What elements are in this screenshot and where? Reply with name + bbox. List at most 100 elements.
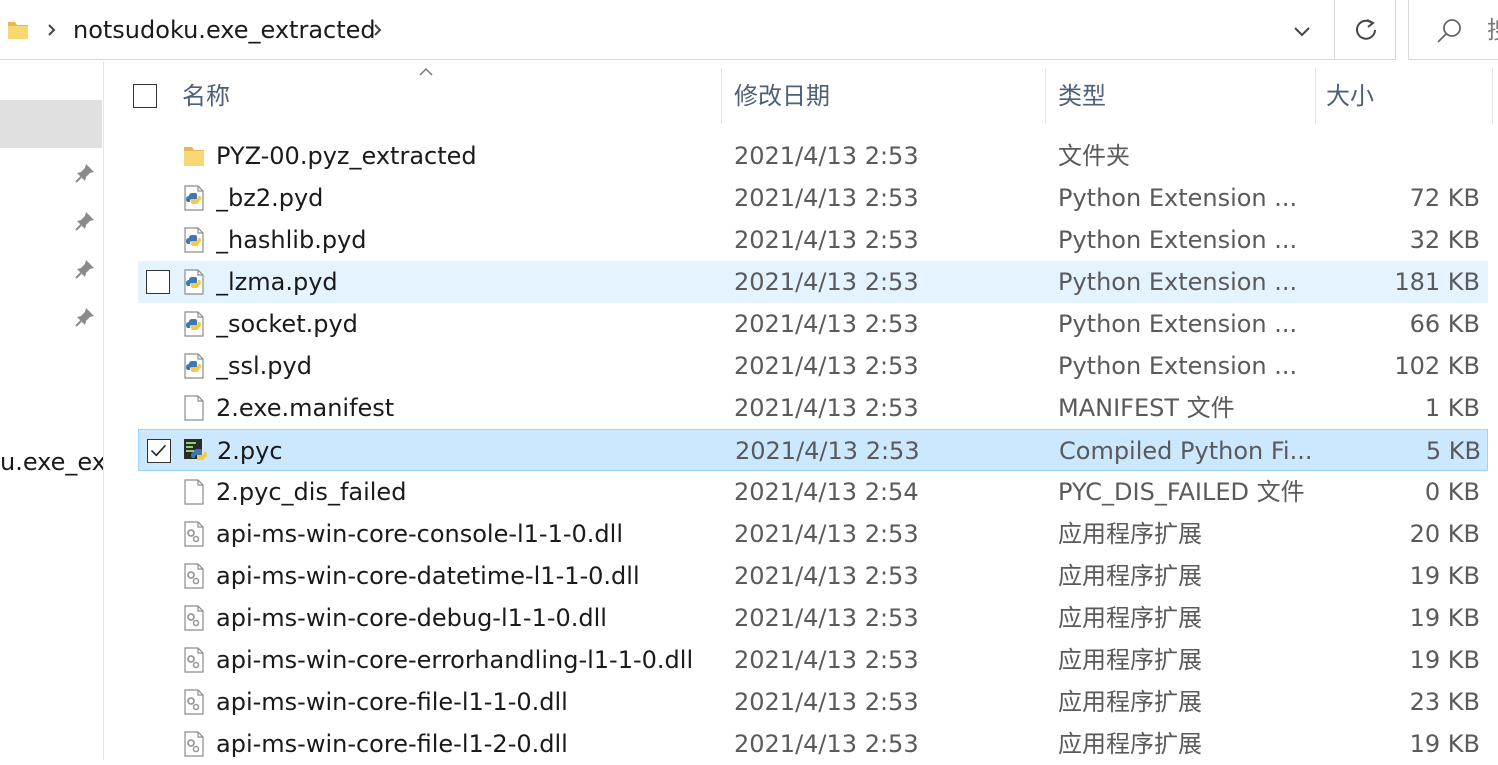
file-row[interactable]: 2.pyc 2021/4/13 2:53 Compiled Python Fi...… [138, 429, 1488, 471]
file-date-modified: 2021/4/13 2:53 [734, 562, 919, 590]
file-row[interactable]: PYZ-00.pyz_extracted 2021/4/13 2:53 文件夹 [138, 135, 1488, 177]
file-row[interactable]: api-ms-win-core-file-l1-2-0.dll 2021/4/13… [138, 723, 1488, 765]
refresh-button[interactable] [1334, 0, 1396, 60]
nav-item-selected[interactable] [0, 100, 102, 148]
chevron-right-icon[interactable] [372, 20, 384, 40]
file-size: 181 KB [1394, 268, 1480, 296]
file-date-modified: 2021/4/13 2:53 [734, 226, 919, 254]
search-placeholder: 搜 [1487, 14, 1498, 46]
file-size [1328, 135, 1480, 177]
file-type: 应用程序扩展 [1058, 562, 1202, 590]
chevron-right-icon[interactable] [46, 20, 58, 40]
file-name: _socket.pyd [216, 310, 358, 338]
file-date-modified: 2021/4/13 2:53 [735, 437, 920, 465]
breadcrumb-current[interactable]: notsudoku.exe_extracted [73, 14, 376, 46]
dll-file-icon [180, 604, 208, 632]
file-row[interactable]: api-ms-win-core-debug-l1-1-0.dll 2021/4/1… [138, 597, 1488, 639]
dll-file-icon [180, 562, 208, 590]
file-type: 应用程序扩展 [1058, 688, 1202, 716]
file-size: 1 KB [1424, 394, 1480, 422]
file-row[interactable]: _hashlib.pyd 2021/4/13 2:53 Python Extensi… [138, 219, 1488, 261]
file-type: MANIFEST 文件 [1058, 394, 1235, 422]
compiled-python-icon [181, 437, 209, 465]
pin-icon[interactable] [74, 210, 96, 232]
file-name: _ssl.pyd [216, 352, 312, 380]
column-header-size[interactable]: 大小 [1326, 68, 1486, 124]
python-file-icon [180, 226, 208, 254]
file-type: Compiled Python Fi... [1059, 437, 1313, 465]
folder-icon [180, 142, 208, 170]
file-size: 20 KB [1409, 520, 1480, 548]
file-name: api-ms-win-core-file-l1-1-0.dll [216, 688, 568, 716]
pin-icon[interactable] [74, 258, 96, 280]
file-date-modified: 2021/4/13 2:53 [734, 688, 919, 716]
file-name: api-ms-win-core-debug-l1-1-0.dll [216, 604, 607, 632]
file-size: 32 KB [1409, 226, 1480, 254]
dll-file-icon [180, 520, 208, 548]
file-row[interactable]: api-ms-win-core-errorhandling-l1-1-0.dll… [138, 639, 1488, 681]
file-type: Python Extension ... [1058, 352, 1298, 380]
file-size: 66 KB [1409, 310, 1480, 338]
file-name: _lzma.pyd [216, 268, 338, 296]
select-all-checkbox[interactable] [133, 84, 157, 108]
file-date-modified: 2021/4/13 2:53 [734, 394, 919, 422]
address-box[interactable]: notsudoku.exe_extracted [0, 0, 1334, 60]
file-size: 19 KB [1409, 646, 1480, 674]
file-row[interactable]: api-ms-win-core-console-l1-1-0.dll 2021/4… [138, 513, 1488, 555]
file-name: api-ms-win-core-datetime-l1-1-0.dll [216, 562, 640, 590]
file-size: 23 KB [1409, 688, 1480, 716]
python-file-icon [180, 352, 208, 380]
file-date-modified: 2021/4/13 2:53 [734, 184, 919, 212]
file-type: 应用程序扩展 [1058, 646, 1202, 674]
pin-icon[interactable] [74, 306, 96, 328]
file-name: api-ms-win-core-file-l1-2-0.dll [216, 730, 568, 758]
row-checkbox[interactable] [146, 270, 170, 294]
file-type: 应用程序扩展 [1058, 520, 1202, 548]
file-row[interactable]: _ssl.pyd 2021/4/13 2:53 Python Extension .… [138, 345, 1488, 387]
file-row[interactable]: _bz2.pyd 2021/4/13 2:53 Python Extension .… [138, 177, 1488, 219]
search-icon [1437, 19, 1461, 43]
file-date-modified: 2021/4/13 2:53 [734, 646, 919, 674]
file-date-modified: 2021/4/13 2:53 [734, 142, 919, 170]
file-type: Python Extension ... [1058, 268, 1298, 296]
file-date-modified: 2021/4/13 2:54 [734, 478, 919, 506]
file-size: 19 KB [1409, 730, 1480, 758]
dll-file-icon [180, 730, 208, 758]
file-row[interactable]: api-ms-win-core-datetime-l1-1-0.dll 2021/… [138, 555, 1488, 597]
file-date-modified: 2021/4/13 2:53 [734, 730, 919, 758]
file-date-modified: 2021/4/13 2:53 [734, 520, 919, 548]
python-file-icon [180, 268, 208, 296]
row-checkbox-checked[interactable] [147, 439, 171, 463]
address-bar: notsudoku.exe_extracted 搜 [0, 0, 1498, 62]
file-name: 2.pyc [217, 437, 283, 465]
file-row[interactable]: _lzma.pyd 2021/4/13 2:53 Python Extension … [138, 261, 1488, 303]
file-type: 应用程序扩展 [1058, 604, 1202, 632]
folder-icon [8, 22, 28, 39]
file-row[interactable]: 2.pyc_dis_failed 2021/4/13 2:54 PYC_DIS_FA… [138, 471, 1488, 513]
blank-file-icon [180, 478, 208, 506]
search-input[interactable]: 搜 [1408, 0, 1498, 60]
file-type: Python Extension ... [1058, 184, 1298, 212]
python-file-icon [180, 310, 208, 338]
chevron-down-icon[interactable] [1290, 20, 1314, 42]
navigation-pane: u.exe_ext [0, 62, 104, 760]
file-date-modified: 2021/4/13 2:53 [734, 604, 919, 632]
python-file-icon [180, 184, 208, 212]
column-header-name[interactable]: 名称 [182, 68, 718, 124]
file-name: api-ms-win-core-console-l1-1-0.dll [216, 520, 623, 548]
file-name: _bz2.pyd [216, 184, 324, 212]
nav-item-label[interactable]: u.exe_ext [0, 446, 103, 478]
file-date-modified: 2021/4/13 2:53 [734, 310, 919, 338]
pin-icon[interactable] [74, 162, 96, 184]
file-row[interactable]: _socket.pyd 2021/4/13 2:53 Python Extensio… [138, 303, 1488, 345]
file-row[interactable]: 2.exe.manifest 2021/4/13 2:53 MANIFEST 文件 1… [138, 387, 1488, 429]
dll-file-icon [180, 646, 208, 674]
file-name: 2.pyc_dis_failed [216, 478, 407, 506]
column-header-date[interactable]: 修改日期 [734, 68, 1044, 124]
file-type: 文件夹 [1058, 142, 1130, 170]
column-header-type[interactable]: 类型 [1058, 68, 1312, 124]
file-row[interactable]: api-ms-win-core-file-l1-1-0.dll 2021/4/13… [138, 681, 1488, 723]
file-size: 19 KB [1409, 562, 1480, 590]
file-type: 应用程序扩展 [1058, 730, 1202, 758]
file-type: PYC_DIS_FAILED 文件 [1058, 478, 1305, 506]
